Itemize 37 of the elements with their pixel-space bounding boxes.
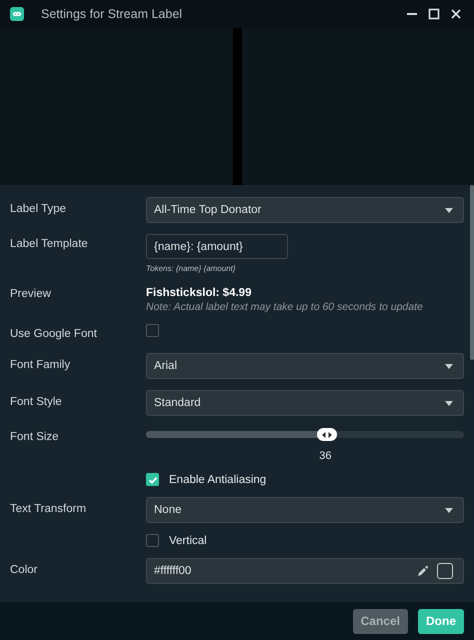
checkbox-label: Vertical (169, 534, 207, 546)
eyedropper-icon[interactable] (417, 565, 429, 577)
hint-text: Tokens: {name} {amount} (146, 264, 237, 273)
dropdown[interactable]: Arial (146, 353, 464, 379)
dropdown[interactable]: All-Time Top Donator (146, 197, 464, 223)
caret-icon (445, 400, 453, 406)
field-label: Label Template (10, 238, 88, 250)
color-swatch[interactable] (437, 563, 453, 579)
dropdown[interactable]: Standard (146, 390, 464, 416)
field-label: Label Type (10, 203, 66, 215)
app-icon (10, 7, 24, 21)
checkbox[interactable] (146, 534, 159, 547)
checkbox[interactable] (146, 324, 159, 337)
field-label: Preview (10, 288, 51, 300)
field-label: Font Style (10, 396, 62, 408)
field-label: Font Family (10, 359, 70, 371)
note-text: Note: Actual label text may take up to 60 seconds to update (146, 301, 424, 313)
scrollbar-thumb[interactable] (470, 185, 474, 360)
checkbox-label: Enable Antialiasing (169, 474, 266, 486)
slider-handle[interactable] (317, 428, 338, 441)
color-field[interactable]: #ffffff00 (146, 558, 464, 584)
close-icon[interactable] (450, 8, 462, 20)
caret-icon (445, 364, 453, 368)
field-label: Font Size (10, 431, 59, 443)
maximize-icon[interactable] (428, 8, 440, 20)
caret-icon (445, 508, 453, 512)
slider-track[interactable] (146, 428, 464, 441)
window-title: Settings for Stream Label (41, 7, 184, 21)
input-field[interactable]: {name}: {amount} (146, 234, 288, 259)
dropdown[interactable]: None (146, 497, 464, 523)
slider-value: 36 (318, 450, 332, 462)
field-label: Use Google Font (10, 328, 97, 340)
preview-text: Fishstickslol: $4.99 (146, 287, 252, 299)
caret-icon (445, 208, 453, 212)
field-label: Color (10, 564, 38, 576)
checkbox[interactable] (146, 473, 159, 486)
field-label: Text Transform (10, 503, 86, 515)
